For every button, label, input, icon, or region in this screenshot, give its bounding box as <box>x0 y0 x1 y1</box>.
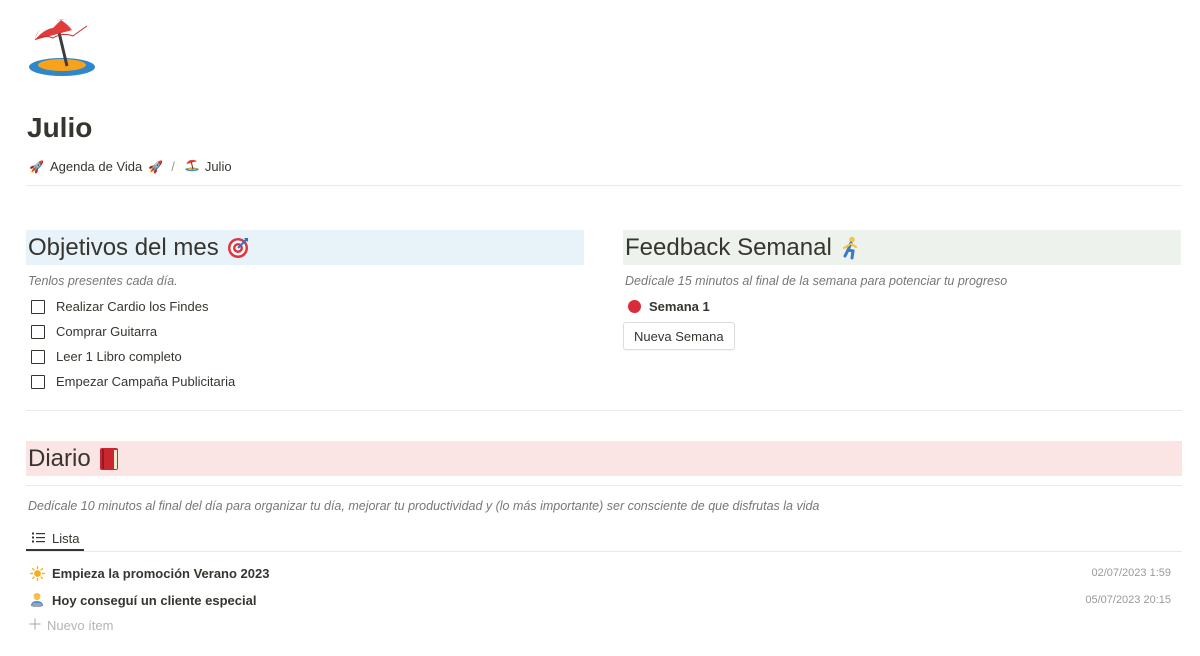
diario-heading: Diario <box>26 441 1182 476</box>
todo-checkbox[interactable] <box>31 324 45 339</box>
breadcrumb-label: Agenda de Vida <box>49 159 143 174</box>
diario-subtitle: Dedícale 10 minutos al final del día par… <box>28 499 820 513</box>
week-item[interactable]: Semana 1 <box>623 299 1181 314</box>
diario-heading-text: Diario <box>28 444 91 472</box>
todo-label[interactable]: Empezar Campaña Publicitaria <box>56 374 235 389</box>
tab-label: Lista <box>52 530 80 546</box>
todo-item: Realizar Cardio los Findes <box>26 294 584 319</box>
sun-icon <box>29 565 45 581</box>
breadcrumb-separator: / <box>171 159 175 174</box>
todo-label[interactable]: Leer 1 Libro completo <box>56 349 182 364</box>
page-title[interactable]: Julio <box>27 112 92 144</box>
todo-item: Empezar Campaña Publicitaria <box>26 369 584 394</box>
red-book-icon <box>98 447 120 471</box>
red-circle-icon <box>628 300 641 313</box>
feedback-heading: Feedback Semanal <box>623 230 1181 265</box>
section-divider <box>26 410 1182 411</box>
todo-checkbox[interactable] <box>31 374 45 389</box>
new-item-label: Nuevo ítem <box>47 618 114 633</box>
breadcrumb-item-agenda[interactable]: 🚀 Agenda de Vida 🚀 <box>29 159 163 174</box>
rocket-icon: 🚀 <box>148 159 164 174</box>
feedback-heading-text: Feedback Semanal <box>625 233 832 261</box>
feedback-subtitle: Dedícale 15 minutos al final de la seman… <box>625 274 1008 288</box>
tab-bar-divider <box>26 551 1182 552</box>
objectives-todo-list: Realizar Cardio los Findes Comprar Guita… <box>26 294 584 394</box>
breadcrumb-label: Julio <box>204 159 232 174</box>
new-week-button[interactable]: Nueva Semana <box>623 322 735 350</box>
todo-label[interactable]: Realizar Cardio los Findes <box>56 299 208 314</box>
runner-icon <box>840 236 862 260</box>
header-divider <box>26 185 1182 186</box>
todo-checkbox[interactable] <box>31 349 45 364</box>
tab-lista[interactable]: Lista <box>26 527 87 549</box>
rocket-icon: 🚀 <box>29 159 44 174</box>
plus-icon <box>29 618 41 633</box>
diario-divider <box>26 485 1182 486</box>
todo-checkbox[interactable] <box>31 299 45 314</box>
todo-item: Comprar Guitarra <box>26 319 584 344</box>
breadcrumb: 🚀 Agenda de Vida 🚀 / Julio <box>29 158 232 175</box>
breadcrumb-item-julio[interactable]: Julio <box>185 158 232 175</box>
list-item-title: Hoy conseguí un cliente especial <box>52 592 257 608</box>
person-laptop-icon <box>29 592 45 608</box>
feedback-section: Feedback Semanal Dedícale 15 minutos al … <box>623 230 1181 350</box>
todo-label[interactable]: Comprar Guitarra <box>56 324 157 339</box>
target-icon <box>227 237 249 259</box>
todo-item: Leer 1 Libro completo <box>26 344 584 369</box>
list-item[interactable]: Empieza la promoción Verano 2023 02/07/2… <box>29 562 1171 584</box>
objectives-heading: Objetivos del mes <box>26 230 584 265</box>
beach-umbrella-icon[interactable] <box>27 10 97 80</box>
objectives-heading-text: Objetivos del mes <box>28 233 219 261</box>
objectives-section: Objetivos del mes Tenlos presentes cada … <box>26 230 584 394</box>
list-item-title: Empieza la promoción Verano 2023 <box>52 565 270 581</box>
list-item-date: 05/07/2023 20:15 <box>1085 594 1171 606</box>
new-item-button[interactable]: Nuevo ítem <box>29 618 113 633</box>
week-item-label: Semana 1 <box>649 299 710 314</box>
list-item-date: 02/07/2023 1:59 <box>1091 567 1171 579</box>
list-icon <box>32 531 45 546</box>
objectives-subtitle: Tenlos presentes cada día. <box>28 274 178 288</box>
diario-section: Diario <box>26 441 1182 476</box>
list-item[interactable]: Hoy conseguí un cliente especial 05/07/2… <box>29 589 1171 611</box>
beach-umbrella-icon <box>185 158 199 175</box>
